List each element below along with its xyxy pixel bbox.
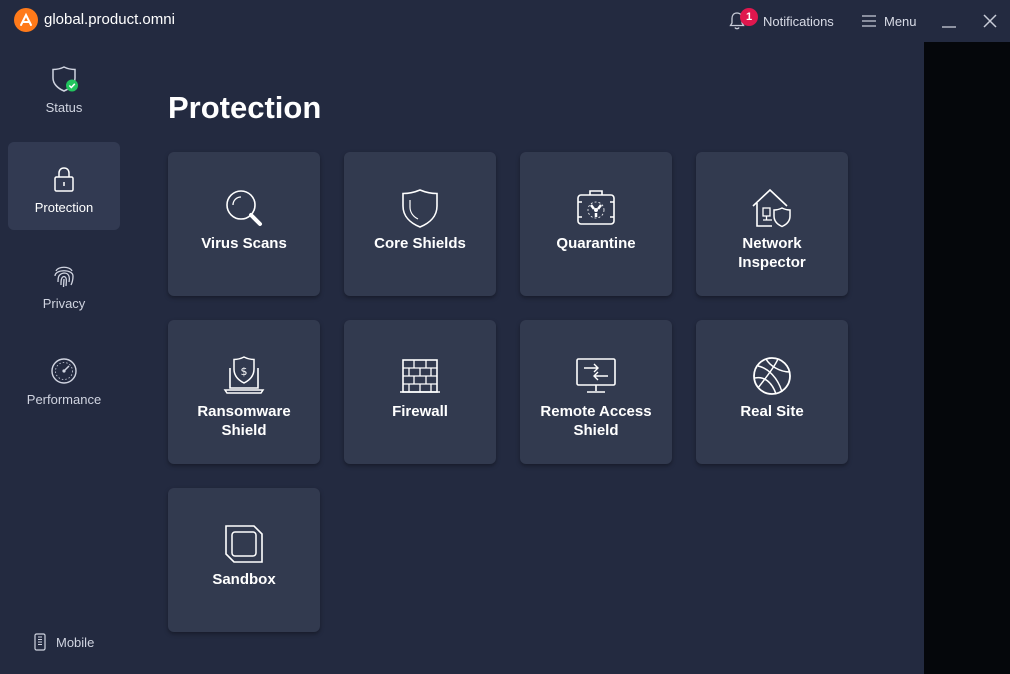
shield-icon xyxy=(402,189,438,228)
sidebar-item-status[interactable]: Status xyxy=(8,42,120,130)
menu-button[interactable]: Menu xyxy=(862,8,917,34)
quarantine-box-icon xyxy=(577,190,615,225)
sidebar-item-label: Protection xyxy=(34,200,94,215)
sidebar-item-protection[interactable]: Protection xyxy=(8,142,120,230)
tile-real-site[interactable]: Real Site xyxy=(696,320,848,464)
mobile-button[interactable]: Mobile xyxy=(34,633,94,651)
right-edge-panel xyxy=(924,42,1010,674)
sidebar-item-label: Performance xyxy=(26,392,102,407)
svg-text:$: $ xyxy=(241,365,248,378)
house-shield-icon xyxy=(752,188,791,228)
magnifier-icon xyxy=(226,190,262,226)
lock-icon xyxy=(49,164,79,194)
tile-label: Quarantine xyxy=(556,235,636,252)
page-title: Protection xyxy=(168,90,322,125)
sidebar: Status Protection Privacy Performance Mo… xyxy=(0,42,128,674)
tile-label: Core Shields xyxy=(374,235,466,252)
notification-count-badge: 1 xyxy=(740,8,758,26)
tile-firewall[interactable]: Firewall xyxy=(344,320,496,464)
sandbox-square-icon xyxy=(225,525,263,563)
sidebar-item-privacy[interactable]: Privacy xyxy=(8,238,120,326)
globe-icon xyxy=(753,357,791,395)
app-title: global.product.omni xyxy=(44,11,175,28)
tile-label: Sandbox xyxy=(212,571,276,588)
menu-label: Menu xyxy=(884,13,917,29)
fingerprint-icon xyxy=(49,260,79,290)
close-icon xyxy=(983,14,997,28)
sidebar-item-performance[interactable]: Performance xyxy=(8,334,120,422)
hamburger-icon xyxy=(862,15,876,27)
sidebar-item-label: Status xyxy=(45,100,83,115)
tile-label: Real Site xyxy=(740,403,804,420)
tile-label: Ransomware Shield xyxy=(197,403,291,439)
tile-remote-access-shield[interactable]: Remote Access Shield xyxy=(520,320,672,464)
monitor-arrows-icon xyxy=(576,358,616,393)
tile-network-inspector[interactable]: Network Inspector xyxy=(696,152,848,296)
tile-core-shields[interactable]: Core Shields xyxy=(344,152,496,296)
tile-ransomware-shield[interactable]: $ Ransomware Shield xyxy=(168,320,320,464)
notifications-button[interactable]: 1 Notifications xyxy=(728,8,834,34)
tile-quarantine[interactable]: Quarantine xyxy=(520,152,672,296)
bell-icon: 1 xyxy=(728,8,758,31)
tile-label: Remote Access Shield xyxy=(540,403,652,439)
app-logo-icon xyxy=(14,8,38,32)
minimize-icon xyxy=(942,26,956,28)
mobile-label: Mobile xyxy=(56,634,95,650)
sidebar-item-label: Privacy xyxy=(42,296,86,311)
shield-check-icon xyxy=(49,64,79,94)
tile-sandbox[interactable]: Sandbox xyxy=(168,488,320,632)
brick-wall-icon xyxy=(400,359,440,393)
tile-virus-scans[interactable]: Virus Scans xyxy=(168,152,320,296)
tile-label: Network Inspector xyxy=(738,235,806,271)
laptop-dollar-shield-icon: $ xyxy=(223,356,265,394)
minimize-button[interactable] xyxy=(940,12,958,30)
mobile-phone-icon xyxy=(34,633,46,651)
gauge-icon xyxy=(49,356,79,386)
tile-label: Firewall xyxy=(392,403,448,420)
close-button[interactable] xyxy=(980,11,1000,31)
notifications-label: Notifications xyxy=(763,13,834,29)
title-bar: global.product.omni 1 Notifications Menu xyxy=(0,0,924,42)
tile-label: Virus Scans xyxy=(201,235,287,252)
